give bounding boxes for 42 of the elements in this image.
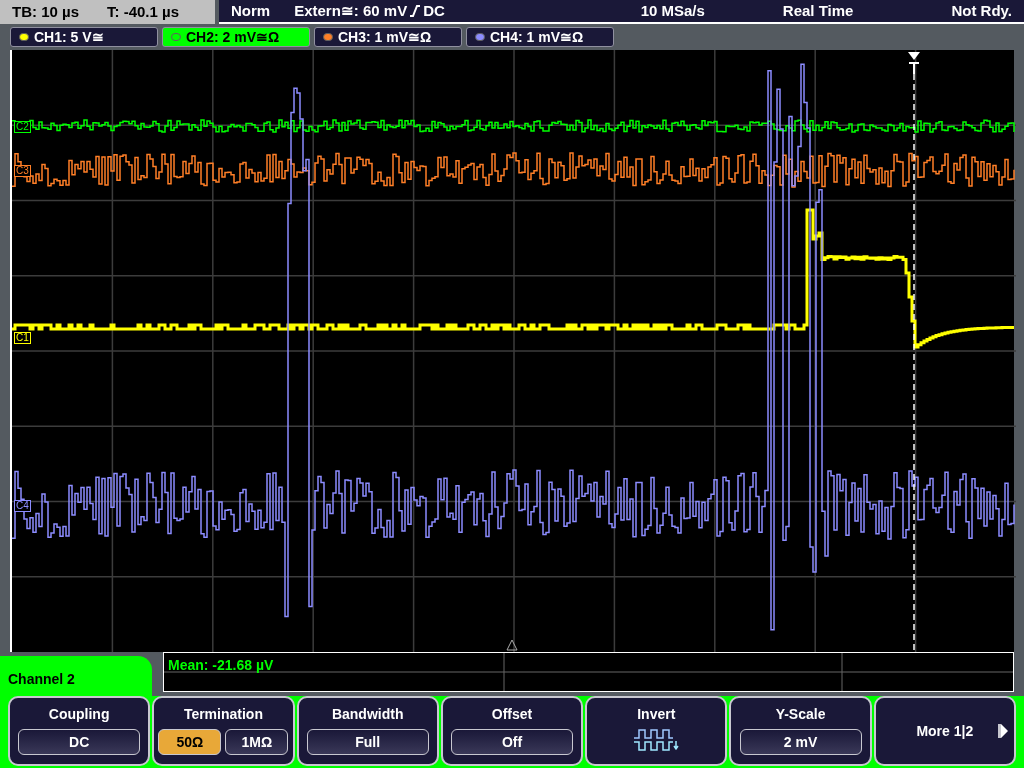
softkey-label: Bandwidth [331,705,404,724]
inverted-square-wave-icon [633,728,680,752]
softkey[interactable]: Invert [585,696,728,766]
channel-marker[interactable]: C1 [14,332,31,344]
channel-tab[interactable]: CH1: 5 V≅ [10,27,158,47]
softkey-label: Y-Scale [775,705,826,724]
channel-marker[interactable]: C2 [14,121,31,133]
softkey-value: DC [18,729,141,755]
softkey-label: More 1|2 [916,721,974,741]
trigger-level-text: Extern≅: 60 mV [294,0,408,21]
trigger-offset-icon [506,639,518,651]
softkey[interactable]: Coupling DC [8,696,151,766]
trigger-position-icon[interactable] [908,52,920,75]
softkey-label: Coupling [48,705,110,724]
channel-tab[interactable]: CH2: 2 mV≅Ω [162,27,310,47]
softkey-label: Offset [491,705,533,724]
softkey[interactable]: More 1|2 [873,696,1016,766]
option-button[interactable]: 50Ω [158,729,222,755]
softkey-value: Off [451,729,573,755]
softkey[interactable]: Offset Off [440,696,584,766]
channel-tab[interactable]: CH3: 1 mV≅Ω [314,27,462,47]
softkey-value: 2 mV [739,729,862,755]
channel-tab[interactable]: CH4: 1 mV≅Ω [466,27,614,47]
option-button[interactable]: 1MΩ [225,729,289,755]
softkey[interactable]: Bandwidth Full [296,696,439,766]
trigger-time-text: T: -40.1 µs [107,1,179,22]
softkey[interactable]: Y-Scale 2 mV [729,696,872,766]
next-page-icon [997,724,1008,738]
rising-edge-icon [409,4,422,18]
trigger-coupling-text: DC [423,0,445,21]
channel-marker[interactable]: C4 [14,500,31,512]
acquisition-state-text: Not Rdy. [951,0,1012,21]
channel-marker[interactable]: C3 [14,165,31,177]
trigger-mode-text: Norm [231,0,271,21]
sample-rate-text: 10 MSa/s [640,0,705,21]
timebase-text: TB: 10 µs [12,1,79,22]
softkey-label: Invert [637,705,676,724]
acquisition-mode-text: Real Time [782,0,854,21]
menu-title: Channel 2 [8,670,75,689]
softkey-value: Full [306,729,429,755]
softkey-label: Termination [183,705,263,724]
measurement-text: Mean: -21.68 µV [167,657,274,673]
